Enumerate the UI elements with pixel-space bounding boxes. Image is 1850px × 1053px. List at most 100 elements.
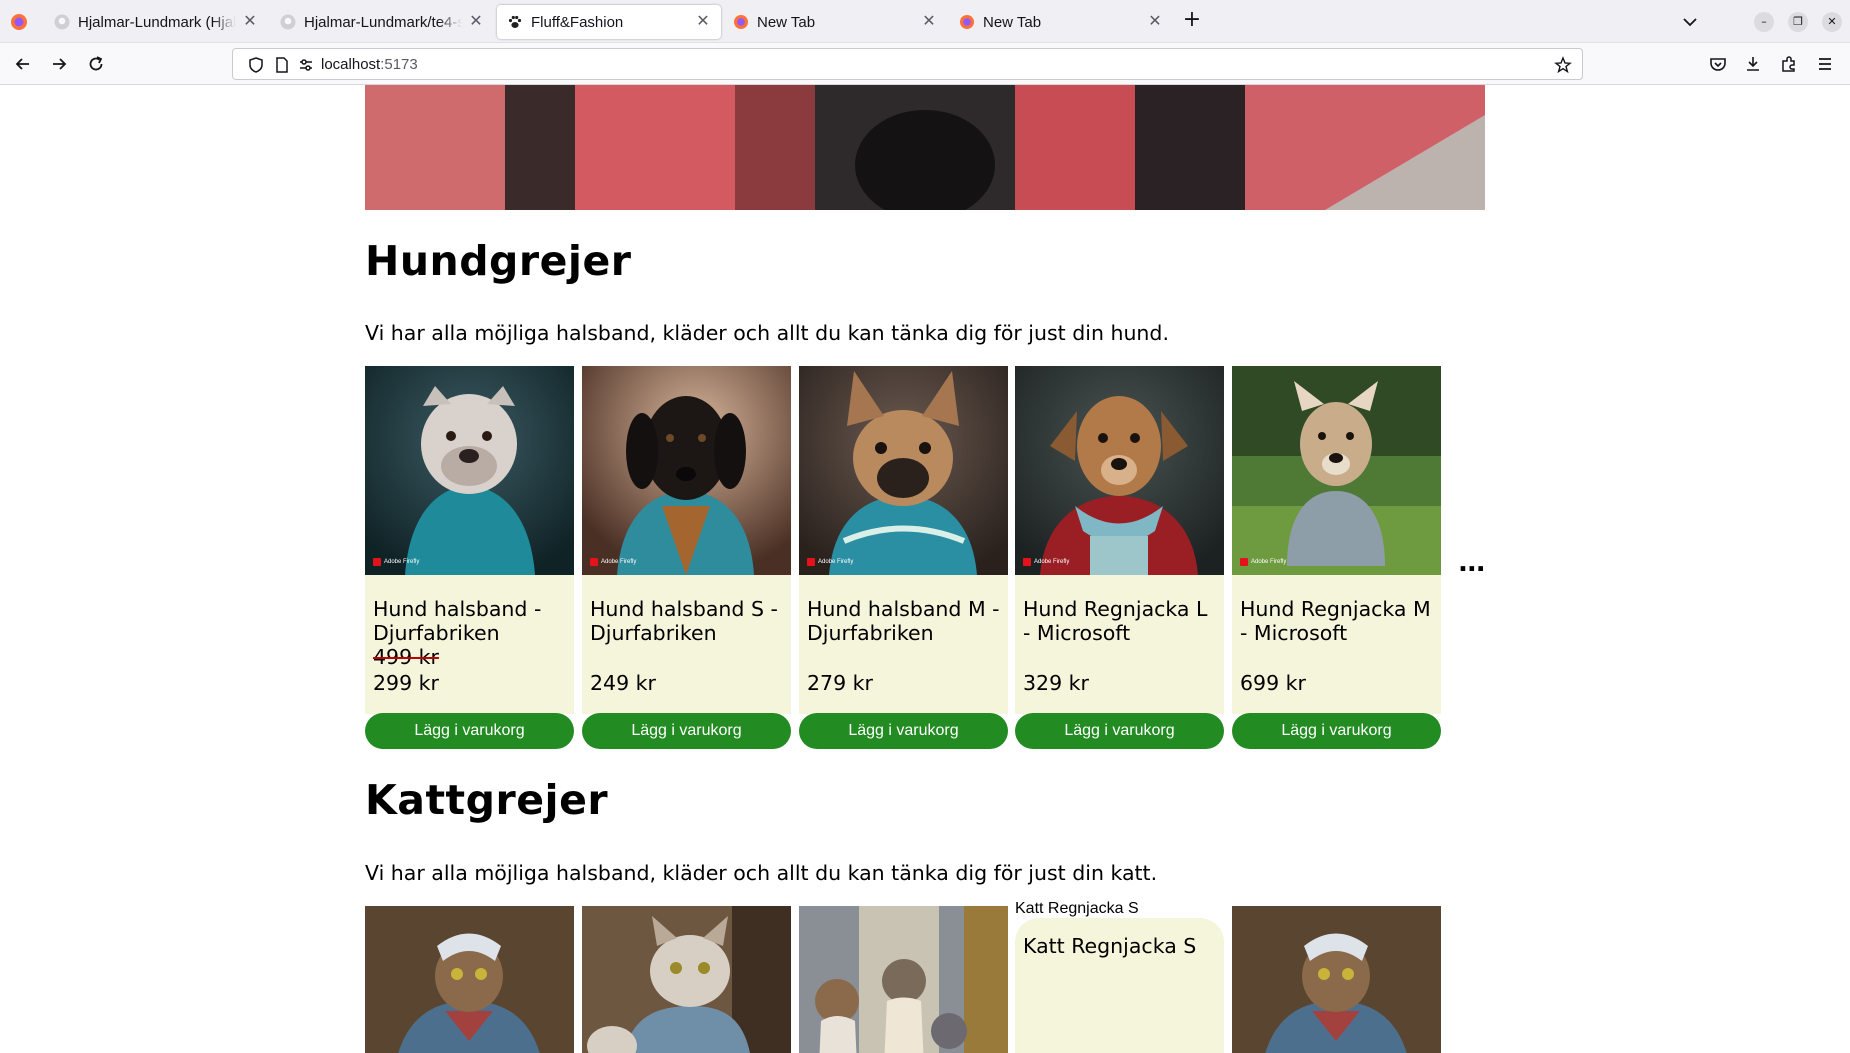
adobe-logo-icon: [1023, 558, 1031, 566]
show-more-dogs-button[interactable]: ...: [1458, 548, 1486, 578]
adobe-firefly-badge: Adobe Firefly: [1240, 557, 1286, 567]
product-image[interactable]: Adobe Firefly: [582, 366, 791, 575]
product-name: Hund halsband M - Djurfabriken: [807, 597, 1000, 645]
url-bar[interactable]: localhost:5173: [232, 48, 1583, 80]
cat-section-description: Vi har alla möjliga halsband, kläder och…: [365, 861, 1158, 885]
product-price: 299 kr: [373, 671, 439, 695]
add-to-cart-button[interactable]: Lägg i varukorg: [1015, 713, 1224, 749]
tab-title: Hjalmar-Lundmark/te4-sk: [304, 13, 462, 31]
product-name: Hund halsband S - Djurfabriken: [590, 597, 778, 645]
tab-fluff-fashion[interactable]: Fluff&Fashion ✕: [497, 5, 721, 39]
browser-tab-bar: Hjalmar-Lundmark (Hjalmar ✕ Hjalmar-Lund…: [0, 0, 1850, 43]
product-card: Adobe Firefly Hund Regnjacka M - Microso…: [1232, 366, 1441, 749]
tab-github-profile[interactable]: Hjalmar-Lundmark (Hjalmar ✕: [44, 5, 268, 39]
shield-icon[interactable]: [247, 56, 265, 74]
menu-hamburger-icon[interactable]: [1815, 54, 1835, 74]
dog-section-description: Vi har alla möjliga halsband, kläder och…: [365, 321, 1169, 345]
tab-github-repo[interactable]: Hjalmar-Lundmark/te4-sk ✕: [270, 5, 494, 39]
badge-text: Adobe Firefly: [1251, 559, 1287, 565]
paw-icon: [508, 15, 522, 28]
cat-product-image[interactable]: [1232, 906, 1441, 1053]
tab-new-tab-1[interactable]: New Tab ✕: [723, 5, 947, 39]
hero-banner-image: [365, 85, 1485, 210]
close-tab-icon[interactable]: ✕: [1147, 14, 1163, 30]
tab-new-tab-2[interactable]: New Tab ✕: [949, 5, 1173, 39]
permissions-icon[interactable]: [297, 56, 315, 74]
close-tab-icon[interactable]: ✕: [921, 14, 937, 30]
add-to-cart-button[interactable]: Lägg i varukorg: [582, 713, 791, 749]
badge-text: Adobe Firefly: [1034, 559, 1070, 565]
product-name: Katt Regnjacka S: [1023, 934, 1197, 958]
product-price: 279 kr: [807, 671, 873, 695]
new-tab-button[interactable]: +: [1180, 9, 1204, 33]
product-image[interactable]: Adobe Firefly: [799, 366, 1008, 575]
close-tab-icon[interactable]: ✕: [468, 14, 484, 30]
badge-text: Adobe Firefly: [601, 559, 637, 565]
tab-title: New Tab: [983, 13, 1042, 31]
url-host: localhost: [321, 56, 381, 73]
product-price: 699 kr: [1240, 671, 1306, 695]
reload-icon[interactable]: [86, 54, 106, 74]
product-image[interactable]: Adobe Firefly: [1015, 366, 1224, 575]
adobe-logo-icon: [807, 558, 815, 566]
close-tab-icon[interactable]: ✕: [242, 14, 258, 30]
product-name: Hund Regnjacka L - Microsoft: [1023, 597, 1208, 645]
bookmark-star-icon[interactable]: [1554, 56, 1572, 74]
product-card: Adobe Firefly Hund Regnjacka L - Microso…: [1015, 366, 1224, 749]
restore-window-button[interactable]: ❐: [1788, 12, 1808, 32]
pocket-icon[interactable]: [1708, 54, 1728, 74]
cat-product-image[interactable]: [365, 906, 574, 1053]
extensions-icon[interactable]: [1779, 54, 1799, 74]
close-window-button[interactable]: ✕: [1822, 12, 1842, 32]
product-name: Hund Regnjacka M - Microsoft: [1240, 597, 1431, 645]
product-image[interactable]: Adobe Firefly: [365, 366, 574, 575]
product-info: Hund halsband - Djurfabriken 499 kr 299 …: [365, 575, 574, 749]
product-card: Adobe Firefly Hund halsband S - Djurfabr…: [582, 366, 791, 749]
product-info: Hund halsband M - Djurfabriken 279 kr Lä…: [799, 575, 1008, 749]
forward-arrow-icon[interactable]: [49, 54, 69, 74]
product-card: Adobe Firefly Hund halsband M - Djurfabr…: [799, 366, 1008, 749]
product-info: Hund halsband S - Djurfabriken 249 kr Lä…: [582, 575, 791, 749]
page-viewport: Hundgrejer Vi har alla möjliga halsband,…: [0, 85, 1850, 1053]
url-port: :5173: [380, 56, 418, 73]
browser-nav-bar: localhost:5173: [0, 43, 1850, 85]
cat-product-broken-image[interactable]: Katt Regnjacka S Katt Regnjacka S: [1015, 900, 1224, 1053]
adobe-firefly-badge: Adobe Firefly: [807, 557, 853, 567]
adobe-logo-icon: [373, 558, 381, 566]
product-image[interactable]: Adobe Firefly: [1232, 366, 1441, 575]
badge-text: Adobe Firefly: [818, 559, 854, 565]
product-old-price: 499 kr: [373, 645, 439, 669]
back-arrow-icon[interactable]: [13, 54, 33, 74]
product-info: Hund Regnjacka M - Microsoft 699 kr Lägg…: [1232, 575, 1441, 749]
adobe-firefly-badge: Adobe Firefly: [590, 557, 636, 567]
dog-section-title: Hundgrejer: [365, 237, 632, 285]
product-name: Hund halsband - Djurfabriken: [373, 597, 542, 645]
badge-text: Adobe Firefly: [384, 559, 420, 565]
firefox-icon: [960, 15, 974, 29]
tab-title: Fluff&Fashion: [531, 13, 624, 31]
add-to-cart-button[interactable]: Lägg i varukorg: [1232, 713, 1441, 749]
product-price: 329 kr: [1023, 671, 1089, 695]
chevron-down-icon[interactable]: [1680, 12, 1700, 32]
downloads-icon[interactable]: [1743, 54, 1763, 74]
cat-section-title: Kattgrejer: [365, 776, 609, 824]
tab-title: New Tab: [757, 13, 816, 31]
github-icon: [54, 14, 70, 30]
product-card: Adobe Firefly Hund halsband - Djurfabrik…: [365, 366, 574, 749]
cat-product-image[interactable]: [799, 906, 1008, 1053]
adobe-logo-icon: [1240, 558, 1248, 566]
github-icon: [280, 14, 296, 30]
product-price: 249 kr: [590, 671, 656, 695]
firefox-icon: [734, 15, 748, 29]
firefox-view-icon[interactable]: [10, 13, 28, 31]
minimize-window-button[interactable]: –: [1754, 12, 1774, 32]
close-tab-icon[interactable]: ✕: [695, 14, 711, 30]
adobe-firefly-badge: Adobe Firefly: [1023, 557, 1069, 567]
add-to-cart-button[interactable]: Lägg i varukorg: [799, 713, 1008, 749]
adobe-firefly-badge: Adobe Firefly: [373, 557, 419, 567]
cat-product-image[interactable]: [582, 906, 791, 1053]
add-to-cart-button[interactable]: Lägg i varukorg: [365, 713, 574, 749]
url-text: localhost:5173: [321, 56, 418, 73]
page-icon[interactable]: [273, 56, 291, 74]
product-info: Hund Regnjacka L - Microsoft 329 kr Lägg…: [1015, 575, 1224, 749]
